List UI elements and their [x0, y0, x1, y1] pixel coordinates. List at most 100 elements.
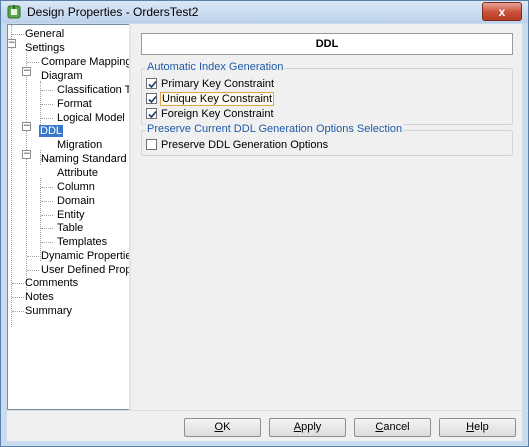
tree-item-dynamic-properties[interactable]: Dynamic Properties [40, 249, 130, 263]
tree-item-format[interactable]: Format [56, 97, 93, 111]
help-button[interactable]: Help [439, 418, 516, 437]
button-label: pply [301, 421, 322, 433]
settings-panel: DDL Automatic Index Generation Primary K… [132, 24, 521, 410]
tree-line [11, 25, 12, 327]
button-label: K [223, 421, 231, 433]
checkbox-label[interactable]: Preserve DDL Generation Options [160, 138, 329, 152]
tree-item-label: Classification Type [57, 84, 129, 96]
tree-item-table[interactable]: Table [56, 221, 84, 235]
tree-line [41, 187, 53, 188]
mnemonic-letter: A [293, 421, 302, 433]
unique-key-checkbox[interactable] [146, 93, 157, 104]
tree-item-migration[interactable]: Migration [56, 138, 103, 152]
tree-item-summary[interactable]: Summary [24, 304, 73, 318]
mnemonic-letter: O [214, 421, 224, 433]
cancel-button[interactable]: Cancel [354, 418, 431, 437]
tree-item-label: Dynamic Properties [41, 250, 130, 262]
tree-item-label: Templates [57, 236, 108, 248]
tree-item-comments[interactable]: Comments [24, 276, 79, 290]
tree-item-label: Attribute [57, 167, 98, 179]
tree-item-label: Format [57, 98, 92, 110]
tree-line [12, 283, 24, 284]
tree-line [12, 311, 24, 312]
tree-item-templates[interactable]: Templates [56, 235, 108, 249]
button-label: elp [474, 421, 489, 433]
tree-line [41, 201, 53, 202]
checkmark-icon [148, 110, 157, 119]
index-generation-group: Automatic Index Generation Primary Key C… [141, 61, 513, 125]
pane-splitter[interactable] [129, 24, 131, 410]
tree-item-label: DDL [39, 125, 64, 137]
tree-item-classification-types[interactable]: Classification Type [56, 83, 129, 97]
foreign-key-checkbox[interactable] [146, 108, 157, 119]
tree-item-naming-standard[interactable]: Naming Standard [40, 152, 128, 166]
close-icon: x [498, 4, 506, 19]
tree-line [27, 270, 39, 271]
close-button[interactable]: x [482, 2, 522, 21]
tree-item-general[interactable]: General [24, 27, 65, 41]
tree-line [41, 90, 53, 91]
dialog-body: General − Settings Compare Mappings − Di… [7, 24, 522, 441]
tree-item-label: Naming Standard [41, 153, 127, 165]
tree-item-label: Table [57, 222, 84, 234]
group-title: Automatic Index Generation [146, 61, 285, 73]
tree-line [41, 242, 53, 243]
tree-item-label: Summary [25, 305, 73, 317]
tree-item-label: Column [57, 181, 95, 193]
app-icon [7, 5, 21, 19]
checkmark-icon [148, 95, 157, 104]
mnemonic-letter: H [466, 421, 475, 433]
checkbox-label[interactable]: Foreign Key Constraint [160, 107, 275, 121]
checkmark-icon [148, 80, 157, 89]
tree-item-user-defined-properties[interactable]: User Defined Properties [40, 263, 129, 277]
ok-button[interactable]: OK [184, 418, 261, 437]
tree-line [12, 34, 24, 35]
tree-item-ddl[interactable]: DDL [39, 124, 64, 138]
tree-line [41, 118, 53, 119]
tree-line [12, 297, 24, 298]
tree-item-domain[interactable]: Domain [56, 194, 96, 208]
tree-item-label: Migration [57, 139, 103, 151]
collapse-toggle-icon[interactable]: − [8, 39, 16, 48]
tree-item-diagram[interactable]: Diagram [40, 69, 84, 83]
tree-item-attribute[interactable]: Attribute [56, 166, 99, 180]
tree-item-entity[interactable]: Entity [56, 208, 86, 222]
apply-button[interactable]: Apply [269, 418, 346, 437]
dialog-window: Design Properties - OrdersTest2 x Genera… [0, 0, 529, 447]
tree-line [41, 215, 53, 216]
tree-item-label: Compare Mappings [41, 56, 130, 68]
collapse-toggle-icon[interactable]: − [22, 122, 31, 131]
tree-item-logical-model[interactable]: Logical Model [56, 111, 126, 125]
group-title: Preserve Current DDL Generation Options … [146, 123, 404, 135]
tree-item-label: Settings [25, 42, 65, 54]
tree-item-settings[interactable]: Settings [24, 41, 66, 55]
tree-item-label: Entity [57, 209, 85, 221]
primary-key-checkbox[interactable] [146, 78, 157, 89]
tree-line [27, 256, 39, 257]
title-bar[interactable]: Design Properties - OrdersTest2 x [1, 1, 528, 23]
tree-item-notes[interactable]: Notes [24, 290, 55, 304]
collapse-toggle-icon[interactable]: − [22, 67, 31, 76]
checkbox-label[interactable]: Primary Key Constraint [160, 77, 275, 91]
tree-line [26, 53, 27, 290]
navigation-tree[interactable]: General − Settings Compare Mappings − Di… [7, 24, 130, 410]
tree-item-label: User Defined Properties [41, 264, 129, 276]
panel-header: DDL [141, 33, 513, 55]
button-bar: OK Apply Cancel Help [7, 410, 522, 441]
tree-item-label: Domain [57, 195, 95, 207]
tree-item-column[interactable]: Column [56, 180, 96, 194]
tree-item-label: Diagram [41, 70, 83, 82]
tree-item-compare-mappings[interactable]: Compare Mappings [40, 55, 130, 69]
checkbox-label[interactable]: Unique Key Constraint [160, 92, 275, 106]
tree-item-label: Notes [25, 291, 54, 303]
tree-item-label: Logical Model [57, 112, 125, 124]
tree-line [27, 62, 39, 63]
button-label: ancel [383, 421, 410, 433]
collapse-toggle-icon[interactable]: − [22, 150, 31, 159]
window-title: Design Properties - OrdersTest2 [27, 5, 199, 19]
tree-item-label: Comments [25, 277, 79, 289]
tree-line [41, 228, 53, 229]
preserve-ddl-checkbox[interactable] [146, 139, 157, 150]
preserve-options-group: Preserve Current DDL Generation Options … [141, 123, 513, 156]
tree-item-label: General [25, 28, 65, 40]
